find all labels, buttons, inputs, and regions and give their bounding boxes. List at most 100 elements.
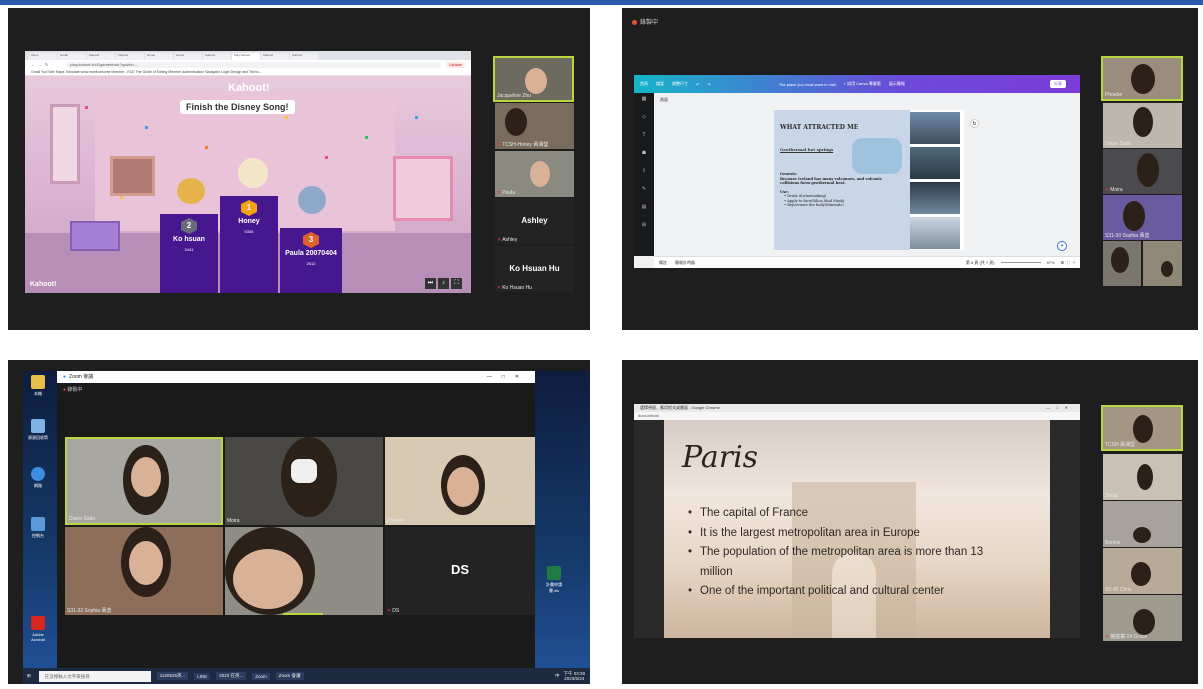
canva-resize-menu[interactable]: 調整尺寸 xyxy=(672,81,688,87)
recycle-bin-icon xyxy=(31,419,45,433)
top-accent-line xyxy=(0,0,1203,5)
zoom-logo-icon: ● xyxy=(63,374,67,380)
zoom-level[interactable]: 57% xyxy=(1047,260,1055,265)
notes-button[interactable]: 備註 xyxy=(659,260,667,266)
taskbar-search-input[interactable]: 在這裡輸入文字來搜尋 xyxy=(38,670,151,682)
zoom-slider[interactable] xyxy=(1000,262,1041,263)
forward-icon[interactable]: → xyxy=(38,62,42,67)
control-panel-icon xyxy=(31,517,45,531)
update-button[interactable]: Update xyxy=(446,61,465,68)
folder-icon xyxy=(31,375,45,389)
design-icon[interactable]: ▦ xyxy=(634,93,654,111)
gallery-tile[interactable] xyxy=(225,527,383,615)
gallery-tile[interactable]: Diane Sabo xyxy=(65,437,223,525)
gallery-tile[interactable]: Phoebe xyxy=(385,437,535,525)
help-icon[interactable]: ? xyxy=(1073,260,1075,265)
undo-icon[interactable]: ↶ xyxy=(696,82,699,87)
desktop-icon[interactable]: Adobe Acrobat xyxy=(27,616,49,642)
desktop-icon[interactable]: 計畫申請書.xls xyxy=(543,566,565,594)
participant-tile[interactable]: Phoebe xyxy=(1101,56,1183,101)
magic-icon[interactable]: ✦ xyxy=(1057,241,1067,251)
projects-icon[interactable]: ▤ xyxy=(634,201,654,219)
browser-tab[interactable]: Home xyxy=(145,53,173,60)
timer-button[interactable]: 簡報計時器 xyxy=(675,260,695,266)
start-icon[interactable]: ⊞ xyxy=(27,673,31,679)
desktop-icon[interactable]: 網路 xyxy=(27,467,49,489)
participant-tile[interactable]: Bonnie xyxy=(1103,501,1182,547)
participant-tile[interactable] xyxy=(1103,241,1141,286)
participant-tile[interactable]: Ashley ✕Ashley xyxy=(495,198,574,244)
text-icon[interactable]: T xyxy=(634,129,654,147)
taskbar-app[interactable]: Zoom 會議 xyxy=(275,672,304,680)
participant-tile[interactable]: ✕TCSH-Honey 黃湘瑩 xyxy=(495,103,574,149)
slide-bullet: The capital of France xyxy=(688,504,1018,524)
url-input[interactable]: play.kahoot.it/v2/gameblock?quizId=... xyxy=(66,61,442,68)
taskbar-app[interactable]: LINE xyxy=(194,672,211,680)
gallery-tile[interactable]: DS ✕DS xyxy=(385,527,535,615)
draw-icon[interactable]: ✎ xyxy=(634,183,654,201)
upload-icon[interactable]: ⇪ xyxy=(634,165,654,183)
brand-icon[interactable]: ☗ xyxy=(634,147,654,165)
browser-tab[interactable]: Home xyxy=(174,53,202,60)
participant-tile[interactable]: ✕Paula xyxy=(495,151,574,197)
browser-tab[interactable]: Kahoot! xyxy=(116,53,144,60)
desktop-icon[interactable]: 控制台 xyxy=(27,517,49,539)
browser-tab[interactable]: Kahoot! xyxy=(203,53,231,60)
back-icon[interactable]: ← xyxy=(31,62,35,67)
windows-taskbar: ⊞ 在這裡輸入文字來搜尋 1120525英... LINE 2023 在英...… xyxy=(23,668,590,684)
apps-icon[interactable]: ⊞ xyxy=(634,219,654,237)
participant-tile[interactable]: Jacqueline Zhu xyxy=(493,56,574,102)
browser-tab[interactable]: Inbox xyxy=(29,53,57,60)
taskbar-app[interactable]: 2023 在英... xyxy=(216,672,247,680)
participant-tile[interactable]: S31-30 Sophia 黃善 xyxy=(1103,195,1182,240)
design-title[interactable]: The place you most want to visit xyxy=(779,82,836,87)
redo-icon[interactable]: ↷ xyxy=(707,82,710,87)
rank-badge-1: 1 xyxy=(241,200,257,216)
browser-tab[interactable]: Kahoot! xyxy=(261,53,289,60)
taskbar-app[interactable]: 1120525英... xyxy=(156,672,189,680)
gallery-tile[interactable]: Moira xyxy=(225,437,383,525)
address-bar[interactable]: docs.kitfunk xyxy=(634,412,1080,420)
window-controls[interactable]: —□✕ xyxy=(487,371,529,383)
refresh-icon[interactable]: ↻ xyxy=(970,119,979,128)
elements-icon[interactable]: ◇ xyxy=(634,111,654,129)
fullscreen-icon[interactable]: ⛶ xyxy=(1067,260,1070,265)
desktop-icon[interactable]: 本機 xyxy=(27,375,49,397)
volume-icon[interactable]: ♪ xyxy=(438,278,449,289)
muted-mic-icon: ✕ xyxy=(497,237,502,243)
reload-icon[interactable]: ↻ xyxy=(45,62,48,67)
page-counter: 第 6 頁 (共 7 頁) xyxy=(965,259,995,265)
participant-tile[interactable]: ✕施庭蓁 24 Grace xyxy=(1103,595,1182,641)
present-button[interactable]: 展示簡報 xyxy=(889,81,905,87)
desktop-icon[interactable]: 資源回收筒 xyxy=(27,419,49,441)
canva-file-menu[interactable]: 檔案 xyxy=(656,81,664,87)
participant-tile[interactable]: Diane Sabo xyxy=(1103,103,1182,148)
acrobat-icon xyxy=(31,616,45,630)
bookmarks-bar[interactable]: Gmail YouTube Maps Translate www.niceflo… xyxy=(25,69,471,76)
window-controls[interactable]: —□✕ xyxy=(1046,404,1074,412)
participant-tile[interactable]: Ko Hsuan Hu ✕Ko Hsuan Hu xyxy=(495,246,574,292)
taskbar-clock[interactable]: 下午 03:28 2023/5/24 xyxy=(563,671,585,681)
grid-view-icon[interactable]: ⊞ xyxy=(1061,260,1064,265)
skip-icon[interactable]: ⏭ xyxy=(425,278,436,289)
ime-indicator[interactable]: 中 xyxy=(555,673,560,679)
browser-tab[interactable]: Kahoot! xyxy=(87,53,115,60)
taskbar-app[interactable]: Zoom xyxy=(252,672,270,680)
canva-home-link[interactable]: 首頁 xyxy=(640,81,648,87)
slide-canvas[interactable]: WHAT ATTRACTED ME Geothermal hot springs… xyxy=(774,110,964,250)
browser-tab[interactable]: Kahoot! xyxy=(290,53,318,60)
participant-tile[interactable]: Sintia xyxy=(1103,454,1182,500)
participant-tile[interactable]: ✕Moira xyxy=(1103,149,1182,194)
share-button[interactable]: 分享 xyxy=(1050,80,1066,88)
participant-name: Jacqueline Zhu xyxy=(497,93,531,99)
browser-tab[interactable]: Gmail xyxy=(58,53,86,60)
participant-display-name: Ashley xyxy=(521,216,548,226)
browser-tab-active[interactable]: Play Kahoot xyxy=(232,53,260,60)
participant-tile[interactable] xyxy=(1143,241,1182,286)
participant-tile[interactable]: TCSH 黃湘瑩 xyxy=(1101,405,1183,451)
fullscreen-icon[interactable]: ⛶ xyxy=(451,278,462,289)
gallery-tile[interactable]: S31-32 Sophia 黃善 xyxy=(65,527,223,615)
zoom-window-title: Zoom 會議 xyxy=(69,374,94,380)
try-pro-button[interactable]: + 試用 Canva 專業版 xyxy=(844,81,881,87)
participant-tile[interactable]: S0-45 Chris xyxy=(1103,548,1182,594)
